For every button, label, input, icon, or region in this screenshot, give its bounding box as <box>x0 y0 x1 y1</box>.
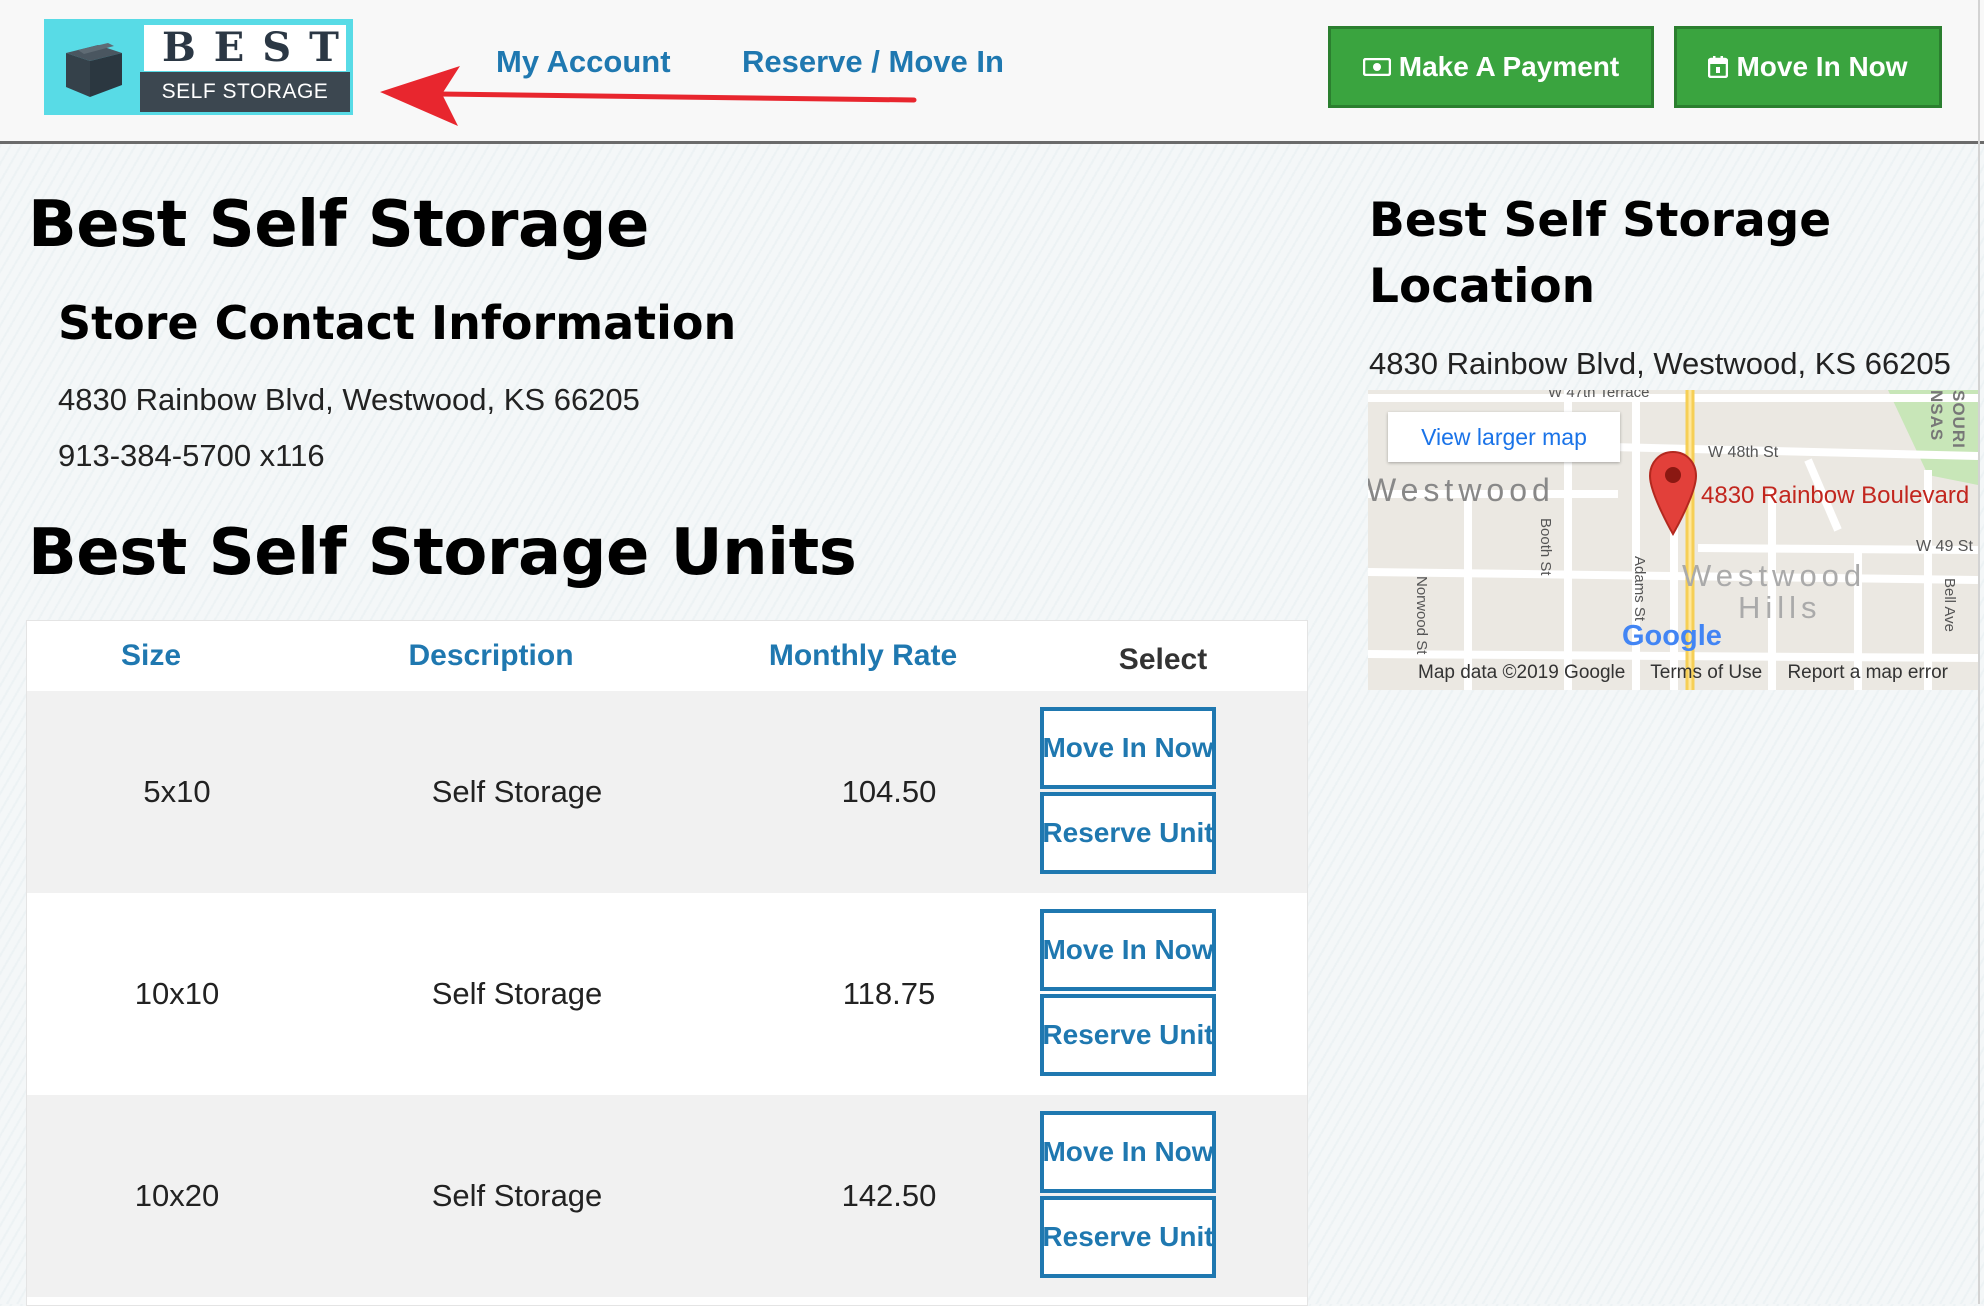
table-row: 10x10 Self Storage 118.75 Move In Now Re… <box>27 893 1307 1095</box>
box-icon <box>66 43 122 97</box>
make-payment-label: Make A Payment <box>1398 51 1620 82</box>
scrollbar-track <box>1978 0 1980 1304</box>
make-payment-button[interactable]: Make A Payment <box>1328 26 1654 108</box>
map-marker-icon[interactable] <box>1648 450 1698 536</box>
unit-rate: 142.50 <box>841 1178 937 1213</box>
street-label: W 48th St <box>1708 444 1779 461</box>
report-map-error-link[interactable]: Report a map error <box>1787 662 1948 683</box>
column-header-size[interactable]: Size <box>121 639 181 673</box>
street-label: Adams St <box>1631 556 1648 622</box>
street-label: W 49 St <box>1916 538 1973 555</box>
header-move-in-button[interactable]: Move In Now <box>1674 26 1942 108</box>
units-table: Size Description Monthly Rate Select 5x1… <box>26 620 1308 1306</box>
street-label: W 47th Terrace <box>1548 390 1650 401</box>
unit-rate: 118.75 <box>842 976 936 1011</box>
view-larger-map-link[interactable]: View larger map <box>1388 412 1620 462</box>
table-row: 5x10 Self Storage 104.50 Move In Now Res… <box>27 691 1307 893</box>
location-address: 4830 Rainbow Blvd, Westwood, KS 66205 <box>1369 346 1951 381</box>
map-marker-label[interactable]: 4830 Rainbow Boulevard <box>1701 482 1969 510</box>
unit-description: Self Storage <box>431 774 603 809</box>
location-heading: Best Self Storage Location <box>1369 193 1832 314</box>
map-data-credit: Map data ©2019 Google <box>1418 662 1626 683</box>
google-logo: Google <box>1622 620 1722 652</box>
street-label: Booth St <box>1537 518 1554 576</box>
table-row: 10x20 Self Storage 142.50 Move In Now Re… <box>27 1095 1307 1297</box>
unit-description: Self Storage <box>431 976 603 1011</box>
map-footer: Map data ©2019 Google Terms of Use Repor… <box>1418 662 1968 684</box>
contact-heading: Store Contact Information <box>58 296 737 350</box>
page-title: Best Self Storage <box>28 188 649 262</box>
calendar-icon <box>1708 56 1729 78</box>
unit-size: 10x10 <box>134 976 220 1011</box>
units-heading: Best Self Storage Units <box>28 516 857 590</box>
logo-wordmark: BEST <box>144 25 346 71</box>
unit-description: Self Storage <box>431 1178 603 1213</box>
area-label: Westwood <box>1368 472 1555 508</box>
column-header-monthly-rate[interactable]: Monthly Rate <box>769 639 957 673</box>
area-label: Hills <box>1738 590 1822 625</box>
logo[interactable]: BEST SELF STORAGE <box>44 19 353 115</box>
reserve-unit-button[interactable]: Reserve Unit <box>1040 1196 1216 1278</box>
header-move-in-label: Move In Now <box>1736 51 1908 82</box>
unit-size: 10x20 <box>134 1178 220 1213</box>
store-address: 4830 Rainbow Blvd, Westwood, KS 66205 <box>58 382 640 417</box>
unit-size: 5x10 <box>143 774 211 809</box>
reserve-unit-button[interactable]: Reserve Unit <box>1040 994 1216 1076</box>
street-label: SOURI <box>1949 390 1968 449</box>
embedded-map[interactable]: W 47th Terrace W 48th St W 49 St Booth S… <box>1368 390 1978 690</box>
street-label: Bell Ave <box>1941 578 1958 632</box>
move-in-now-button[interactable]: Move In Now <box>1040 1111 1216 1193</box>
unit-rate: 104.50 <box>841 774 937 809</box>
annotation-arrow <box>380 66 917 126</box>
terms-of-use-link[interactable]: Terms of Use <box>1650 662 1762 683</box>
site-header: BEST SELF STORAGE My Account Reserve / M… <box>0 0 1984 144</box>
reserve-unit-button[interactable]: Reserve Unit <box>1040 792 1216 874</box>
table-header: Size Description Monthly Rate Select <box>27 621 1307 691</box>
column-header-select: Select <box>1118 643 1208 676</box>
move-in-now-button[interactable]: Move In Now <box>1040 707 1216 789</box>
column-header-description[interactable]: Description <box>408 639 573 673</box>
store-phone[interactable]: 913-384-5700 x116 <box>58 438 325 474</box>
street-label: Norwood St <box>1413 576 1430 655</box>
logo-tagline: SELF STORAGE <box>140 72 350 112</box>
area-label: Westwood <box>1682 558 1867 593</box>
move-in-now-button[interactable]: Move In Now <box>1040 909 1216 991</box>
money-icon <box>1362 58 1391 76</box>
street-label: NSAS <box>1927 390 1946 442</box>
